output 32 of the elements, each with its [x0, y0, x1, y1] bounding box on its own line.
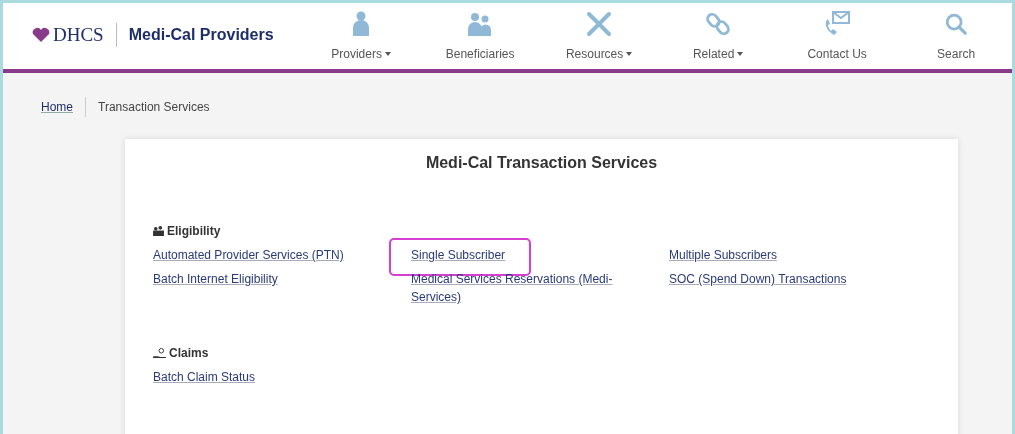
nav-item[interactable]: Resources — [539, 3, 659, 64]
service-link[interactable]: Multiple Subscribers — [669, 246, 778, 265]
service-link[interactable]: Single Subscriber — [411, 246, 506, 265]
tools-icon — [586, 11, 613, 37]
caret-icon — [737, 52, 744, 56]
section-heading: Claims — [169, 345, 209, 363]
card-title: Medi-Cal Transaction Services — [424, 153, 659, 173]
heart-logo-icon — [31, 27, 51, 44]
site-title[interactable]: Medi-Cal Providers — [128, 23, 274, 48]
service-link[interactable]: Batch Claim Status — [153, 368, 256, 387]
service-link[interactable]: Automated Provider Services (PTN) — [153, 246, 344, 265]
link-icon — [706, 11, 731, 37]
service-link[interactable]: SOC (Spend Down) Transactions — [669, 270, 847, 307]
service-link[interactable]: Medical Services Reservations (Medi-Services) — [411, 270, 626, 307]
nav-item[interactable]: Providers — [301, 3, 421, 64]
people-icon — [467, 11, 494, 37]
nav-item[interactable]: Beneficiaries — [420, 3, 540, 64]
nav-item[interactable]: Related — [658, 3, 778, 64]
breadcrumb-current: Transaction Services — [98, 99, 210, 116]
nav-item[interactable]: Contact Us — [777, 3, 897, 64]
search-icon — [944, 11, 969, 37]
caret-icon — [626, 52, 633, 56]
user-icon — [351, 11, 372, 37]
breadcrumb-link[interactable]: Home — [41, 98, 73, 116]
people-icon — [153, 226, 164, 237]
nav-item[interactable]: Search — [896, 3, 1012, 64]
service-link[interactable]: Batch Internet Eligibility — [153, 270, 278, 307]
logo-text: DHCS — [53, 23, 104, 47]
section-heading: Eligibility — [167, 223, 221, 241]
hand-coin-icon — [153, 348, 166, 359]
phone-mail-icon — [823, 11, 852, 37]
caret-icon — [384, 52, 391, 56]
